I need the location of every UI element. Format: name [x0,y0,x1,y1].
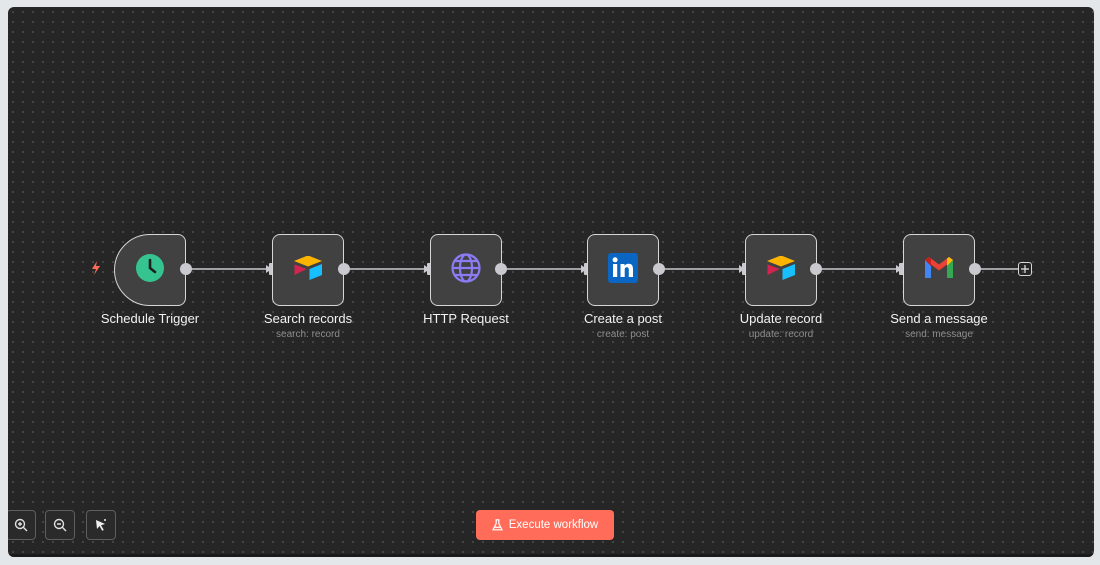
output-handle[interactable] [495,263,507,275]
tidy-up-button[interactable] [86,510,116,540]
node-subtitle: search: record [276,329,340,340]
add-node-button[interactable] [1018,262,1032,276]
clock-icon [135,253,165,288]
zoom-out-button[interactable] [45,510,75,540]
node-subtitle: create: post [596,329,650,340]
node-title: Schedule Trigger [100,311,200,326]
canvas-bottom-edge [8,554,1094,557]
node-create-post[interactable] [587,234,659,306]
node-send-message[interactable] [903,234,975,306]
node-schedule-trigger[interactable] [114,234,186,306]
node-title: Create a post [583,311,663,326]
trigger-bolt-icon [91,261,101,280]
output-handle[interactable] [653,263,665,275]
output-handle[interactable] [338,263,350,275]
node-title: Search records [263,311,353,326]
zoom-in-icon [14,518,28,532]
airtable-icon [765,254,797,287]
globe-icon [450,252,482,289]
execute-workflow-label: Execute workflow [508,519,599,531]
node-title: HTTP Request [423,311,509,326]
node-title: Send a message [890,311,988,326]
gmail-icon [923,255,955,286]
cursor-sparkle-icon [96,519,106,531]
output-handle[interactable] [969,263,981,275]
execute-workflow-button[interactable]: Execute workflow [476,510,614,540]
node-subtitle: update: record [748,329,814,340]
plus-icon [1021,265,1029,273]
node-http-request[interactable] [430,234,502,306]
flask-icon [491,519,503,531]
node-search-records[interactable] [272,234,344,306]
output-handle[interactable] [810,263,822,275]
node-subtitle: send: message [905,329,973,340]
zoom-in-button[interactable] [8,510,36,540]
workflow-canvas[interactable]: Schedule Trigger Search records search: … [8,7,1094,557]
node-update-record[interactable] [745,234,817,306]
output-handle[interactable] [180,263,192,275]
node-title: Update record [739,311,823,326]
zoom-out-icon [53,518,67,532]
linkedin-icon [608,252,638,288]
airtable-icon [292,254,324,287]
